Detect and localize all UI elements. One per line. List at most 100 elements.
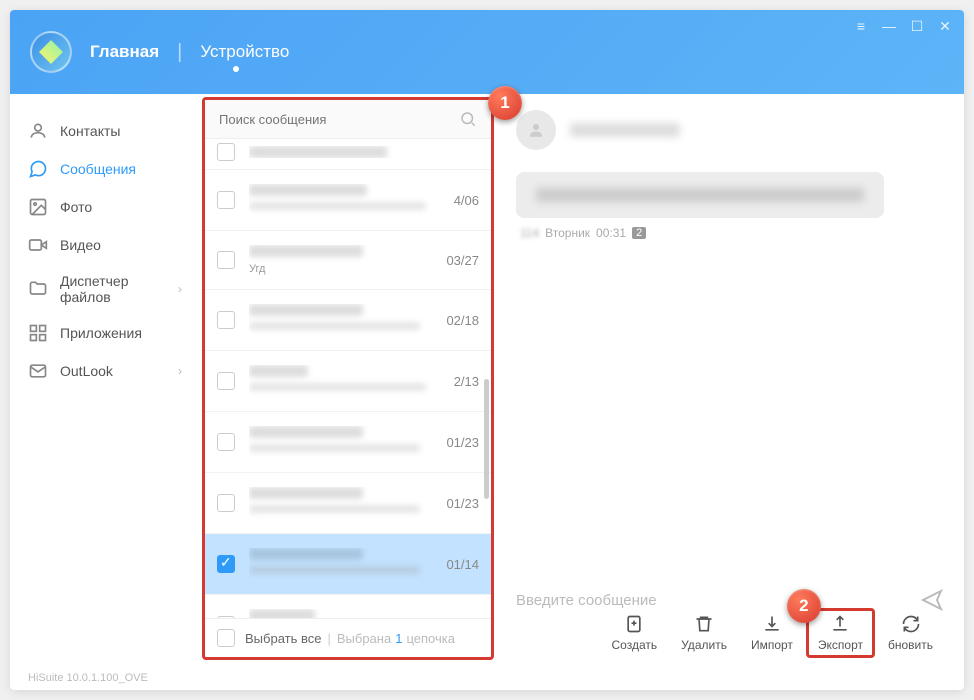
person-icon (527, 121, 545, 139)
sidebar-label: Контакты (60, 123, 120, 139)
footer-version: HiSuite 10.0.1.100_OVE (28, 672, 148, 684)
sidebar: Контакты Сообщения Фото Видео Диспетчер … (10, 94, 196, 664)
message-items[interactable]: 4/06 Угд03/27 02/18 2/13 01/23 01/23 01/… (205, 139, 491, 618)
create-button[interactable]: Создать (601, 610, 669, 656)
tool-label: Экспорт (818, 638, 863, 652)
folder-icon (28, 279, 48, 299)
search-bar (205, 100, 491, 139)
checkbox[interactable] (217, 143, 235, 161)
import-icon (762, 614, 782, 634)
app-window: Главная | Устройство ≡ — ☐ ✕ Контакты Со… (10, 10, 964, 690)
export-icon (830, 614, 850, 634)
compose-input[interactable]: Введите сообщение (516, 592, 920, 609)
create-icon (624, 614, 644, 634)
sidebar-label: Видео (60, 237, 101, 253)
message-item[interactable]: 4/06 (205, 170, 491, 231)
search-input[interactable] (219, 112, 459, 127)
message-date: 03/27 (446, 253, 479, 268)
trash-icon (694, 614, 714, 634)
sidebar-label: Диспетчер файлов (60, 273, 178, 305)
refresh-button[interactable]: бновить (877, 610, 944, 656)
message-date: 01/14 (446, 557, 479, 572)
message-list-panel: 1 4/06 Угд03/27 02/18 2/13 01/23 01/23 0… (202, 97, 494, 660)
checkbox[interactable] (217, 311, 235, 329)
checkbox[interactable] (217, 494, 235, 512)
checkbox-checked[interactable] (217, 555, 235, 573)
main: 1 4/06 Угд03/27 02/18 2/13 01/23 01/23 0… (196, 94, 964, 664)
tool-label: Создать (612, 638, 658, 652)
app-logo (30, 31, 72, 73)
chain-label: цепочка (406, 631, 455, 646)
message-item[interactable]: 01/05 (205, 595, 491, 618)
delete-button[interactable]: Удалить (670, 610, 738, 656)
checkbox[interactable] (217, 433, 235, 451)
window-controls: ≡ — ☐ ✕ (854, 18, 952, 35)
selected-count: 1 (395, 631, 402, 646)
checkbox[interactable] (217, 191, 235, 209)
timestamp-badge: 2 (632, 227, 646, 239)
scrollbar[interactable] (484, 379, 489, 499)
message-item[interactable]: 02/18 (205, 290, 491, 351)
message-date: 02/18 (446, 313, 479, 328)
sidebar-item-video[interactable]: Видео (10, 226, 196, 264)
messages-icon (28, 159, 48, 179)
message-timestamp: 114 Вторник 00:31 2 (520, 226, 944, 240)
checkbox[interactable] (217, 616, 235, 618)
detail-header (516, 110, 944, 150)
mail-icon (28, 361, 48, 381)
contact-name (570, 123, 680, 137)
message-item[interactable]: 01/23 (205, 473, 491, 534)
toolbar: Создать Удалить Импорт 2 Экспорт (601, 608, 944, 664)
selected-label: Выбрана (337, 631, 391, 646)
message-item-selected[interactable]: 01/14 (205, 534, 491, 595)
nav-home[interactable]: Главная (90, 42, 159, 62)
apps-icon (28, 323, 48, 343)
select-all-label[interactable]: Выбрать все (245, 631, 321, 646)
contacts-icon (28, 121, 48, 141)
sidebar-label: OutLook (60, 363, 113, 379)
body: Контакты Сообщения Фото Видео Диспетчер … (10, 94, 964, 664)
video-icon (28, 235, 48, 255)
tool-label: бновить (888, 638, 933, 652)
refresh-icon (901, 614, 921, 634)
photo-icon (28, 197, 48, 217)
message-date: 01/05 (446, 618, 479, 619)
message-date: 4/06 (454, 193, 479, 208)
sidebar-item-outlook[interactable]: OutLook › (10, 352, 196, 390)
sidebar-item-apps[interactable]: Приложения (10, 314, 196, 352)
message-date: 01/23 (446, 496, 479, 511)
minimize-icon[interactable]: — (882, 18, 896, 35)
chevron-right-icon: › (178, 364, 182, 378)
sidebar-label: Сообщения (60, 161, 136, 177)
message-item[interactable]: 01/23 (205, 412, 491, 473)
message-item[interactable]: 2/13 (205, 351, 491, 412)
close-icon[interactable]: ✕ (938, 18, 952, 35)
tool-label: Импорт (751, 638, 793, 652)
export-button[interactable]: 2 Экспорт (806, 608, 875, 658)
sidebar-label: Фото (60, 199, 92, 215)
checkbox[interactable] (217, 251, 235, 269)
message-date: 2/13 (454, 374, 479, 389)
callout-2: 2 (787, 589, 821, 623)
nav-device[interactable]: Устройство (182, 42, 289, 62)
sidebar-item-contacts[interactable]: Контакты (10, 112, 196, 150)
message-bubble (516, 172, 884, 218)
menu-icon[interactable]: ≡ (854, 18, 868, 35)
tool-label: Удалить (681, 638, 727, 652)
message-item[interactable] (205, 139, 491, 170)
avatar (516, 110, 556, 150)
message-item[interactable]: Угд03/27 (205, 231, 491, 290)
select-all-bar: Выбрать все | Выбрана 1 цепочка (205, 618, 491, 657)
sidebar-label: Приложения (60, 325, 142, 341)
detail-panel: 114 Вторник 00:31 2 Введите сообщение Со… (494, 94, 964, 664)
sidebar-item-messages[interactable]: Сообщения (10, 150, 196, 188)
search-icon[interactable] (459, 110, 477, 128)
sidebar-item-files[interactable]: Диспетчер файлов › (10, 264, 196, 314)
select-all-checkbox[interactable] (217, 629, 235, 647)
checkbox[interactable] (217, 372, 235, 390)
chevron-right-icon: › (178, 282, 182, 296)
maximize-icon[interactable]: ☐ (910, 18, 924, 35)
message-date: 01/23 (446, 435, 479, 450)
header: Главная | Устройство ≡ — ☐ ✕ (10, 10, 964, 94)
sidebar-item-photos[interactable]: Фото (10, 188, 196, 226)
